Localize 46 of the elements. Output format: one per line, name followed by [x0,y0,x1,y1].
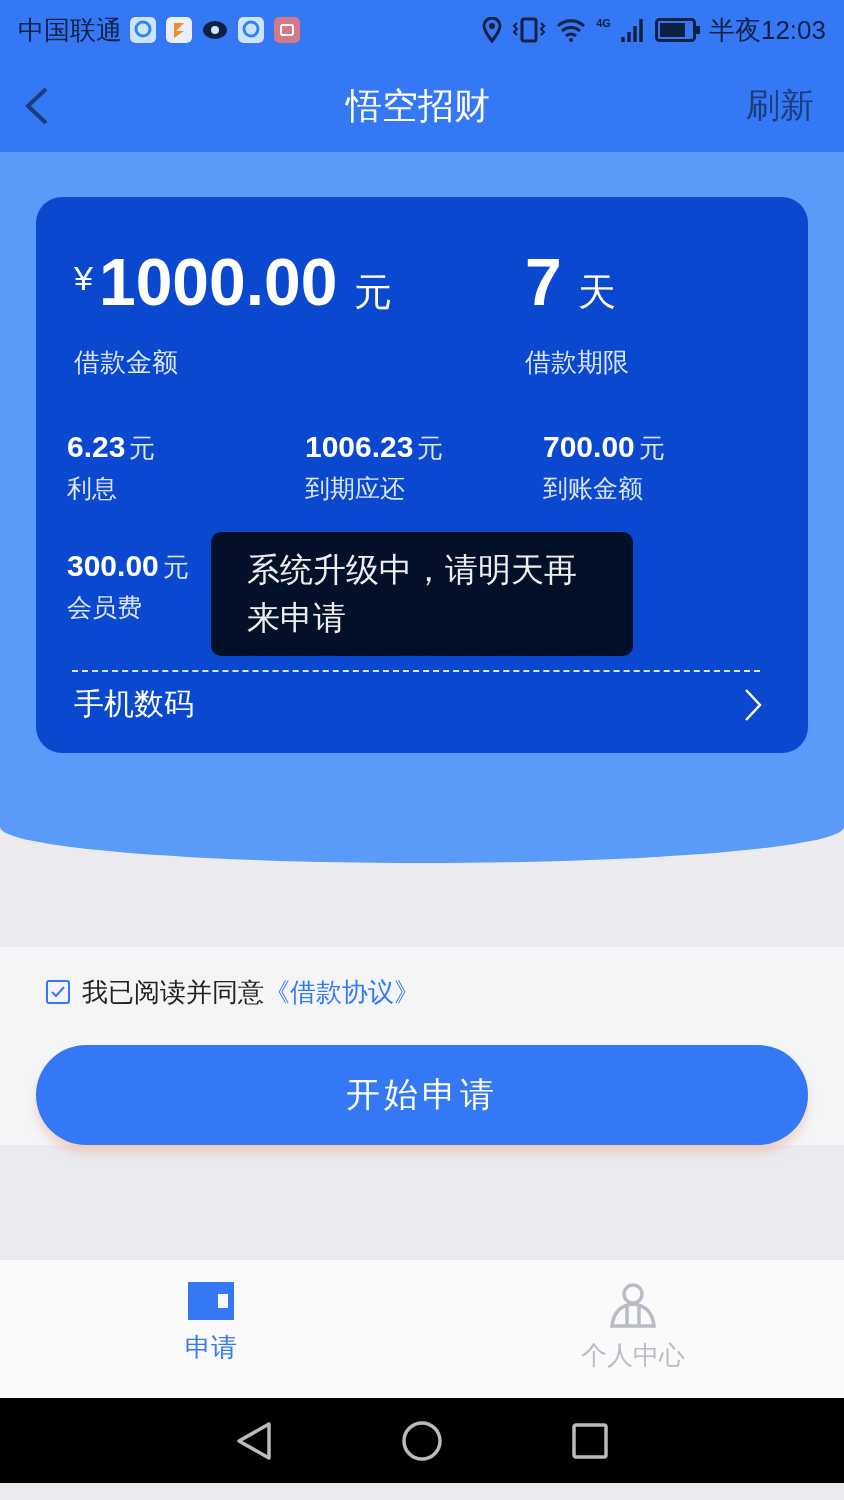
person-icon [609,1282,657,1328]
loan-term: 7 [525,249,562,315]
wifi-icon [556,17,587,43]
agreement-text: 我已阅读并同意《借款协议》 [82,975,420,1009]
loan-amount: 1000.00 [98,249,338,315]
detail-unit: 元 [129,432,156,465]
detail-label: 会员费 [67,592,142,623]
apply-button[interactable]: 开始申请 [36,1045,808,1145]
battery-icon [654,18,701,42]
term-unit: 天 [577,273,616,311]
clock-time: 半夜12:03 [708,13,826,47]
detail-value: 300.00 [67,549,159,583]
detail-unit: 元 [162,551,189,584]
carrier-name: 中国联通 [18,13,122,47]
detail-label: 利息 [67,473,117,504]
detail-label: 到期应还 [305,473,405,504]
home-icon[interactable] [402,1420,442,1461]
page-title: 悟空招财 [344,83,491,128]
agreement-link[interactable]: 《借款协议》 [264,976,420,1007]
app-icon [238,17,264,43]
detail-unit: 元 [417,432,444,465]
refresh-button[interactable]: 刷新 [746,83,814,129]
recents-icon[interactable] [572,1422,608,1459]
agreement-checkbox[interactable] [46,980,70,1004]
detail-label: 到账金额 [543,473,643,504]
toast-message: 系统升级中，请明天再来申请 [211,532,633,656]
location-icon [482,17,503,43]
currency-symbol: ¥ [74,261,93,295]
detail-unit: 元 [638,432,665,465]
app-icon [166,17,192,43]
app-icon [130,17,156,43]
vibrate-icon [512,17,547,43]
network-type: 4G [596,17,611,29]
detail-value: 6.23 [67,430,126,464]
term-label: 借款期限 [525,346,630,379]
phone-label: 手机数码 [74,686,194,722]
app-icon [274,17,300,43]
signal-icon [620,17,645,43]
amount-unit: 元 [353,273,392,311]
detail-value: 1006.23 [305,430,414,464]
back-icon[interactable] [236,1420,272,1461]
chevron-right-icon[interactable] [744,687,762,722]
amount-label: 借款金额 [74,346,179,379]
nav-tab[interactable]: 申请 [0,1260,422,1398]
detail-value: 700.00 [543,430,635,464]
wallet-icon [188,1282,234,1320]
